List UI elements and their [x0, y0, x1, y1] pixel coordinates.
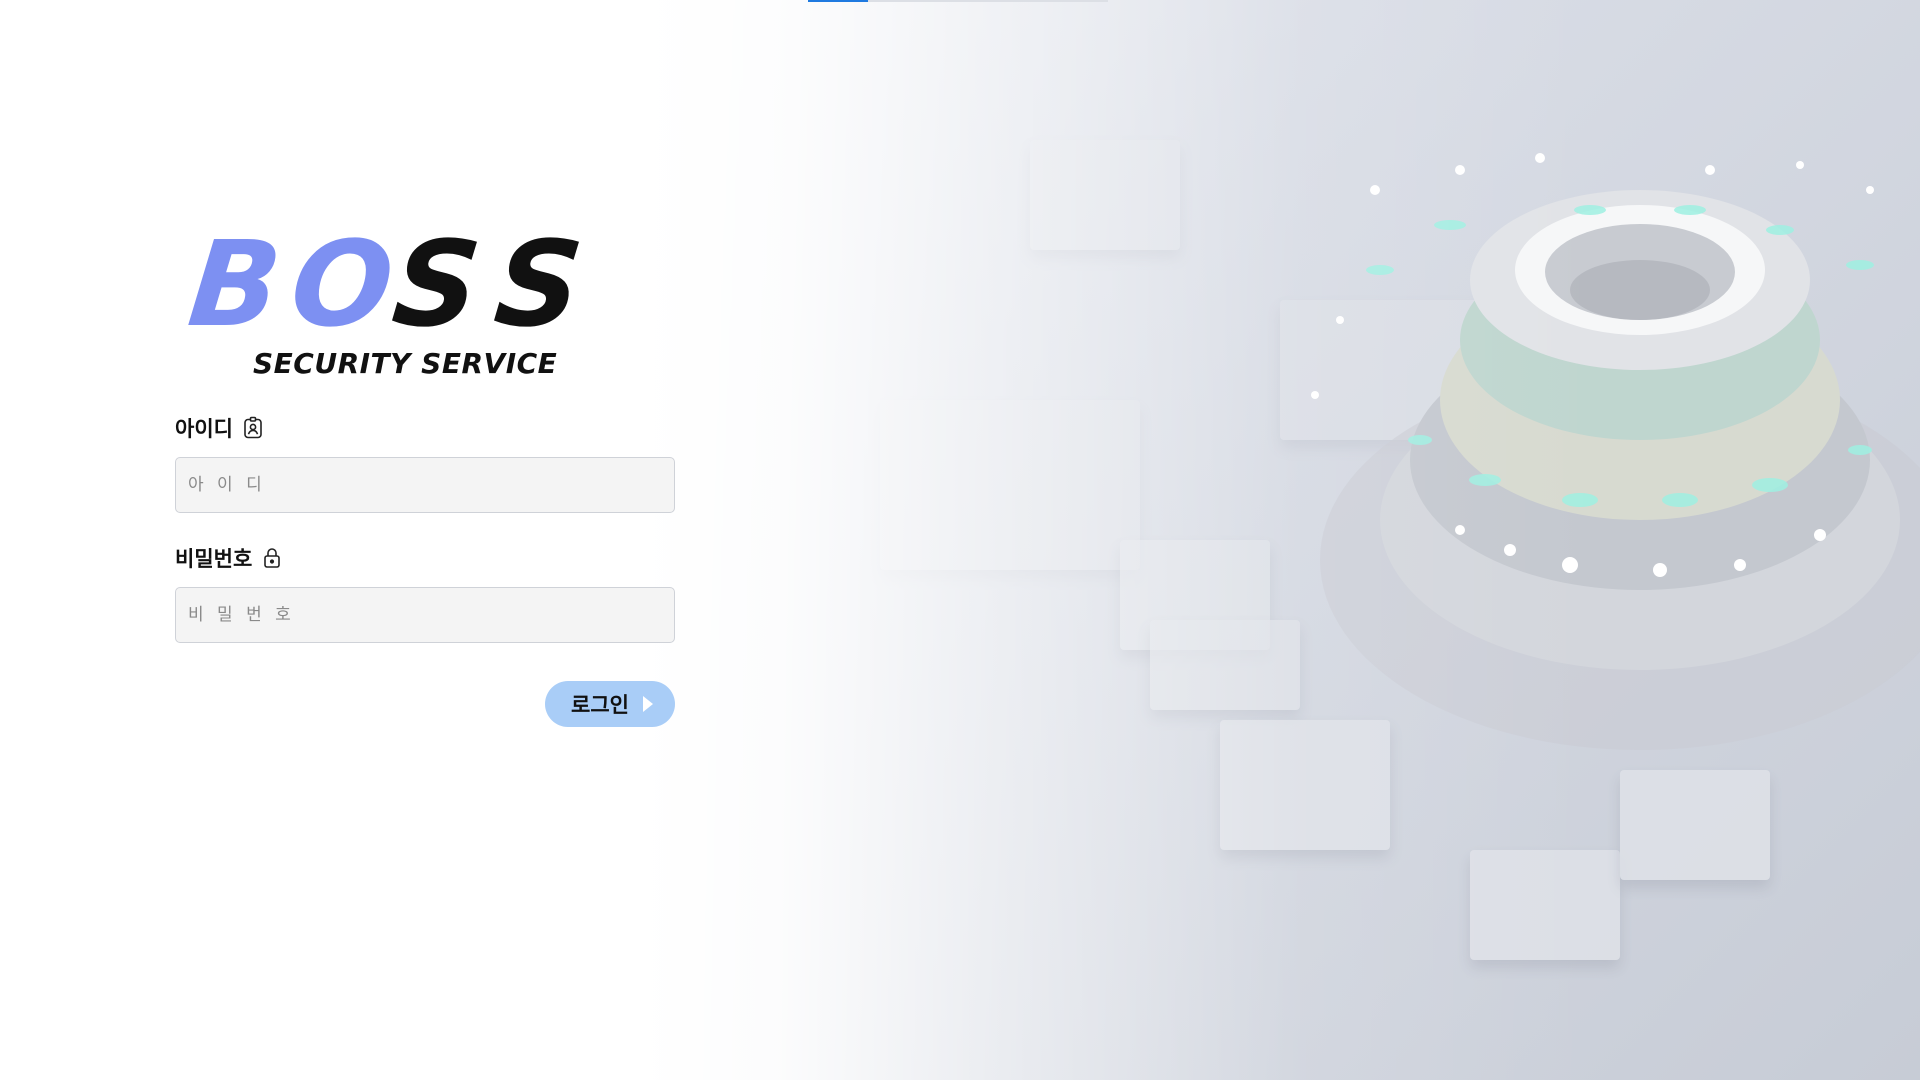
logo-subtitle: SECURITY SERVICE — [253, 347, 558, 380]
logo-wordmark: B O S S — [183, 215, 589, 353]
logo-letter-o: O — [284, 215, 400, 353]
id-badge-icon — [241, 416, 265, 440]
login-button-row: 로그인 — [175, 681, 675, 727]
chevron-right-icon — [643, 696, 653, 712]
logo-letter-s: S — [386, 215, 487, 353]
id-input[interactable] — [175, 457, 675, 513]
login-panel: B O S S SECURITY SERVICE 아이디 비밀번호 — [175, 215, 675, 727]
login-button[interactable]: 로그인 — [545, 681, 675, 727]
password-field-label: 비밀번호 — [175, 543, 675, 573]
id-field-label: 아이디 — [175, 413, 675, 443]
logo-letter-s-2: S — [488, 215, 589, 353]
password-input[interactable] — [175, 587, 675, 643]
login-button-label: 로그인 — [571, 693, 629, 717]
logo-letter-b: B — [182, 215, 288, 353]
id-label-text: 아이디 — [175, 417, 233, 441]
lock-icon — [260, 546, 284, 570]
boss-logo: B O S S SECURITY SERVICE — [183, 215, 610, 385]
password-label-text: 비밀번호 — [175, 547, 253, 571]
